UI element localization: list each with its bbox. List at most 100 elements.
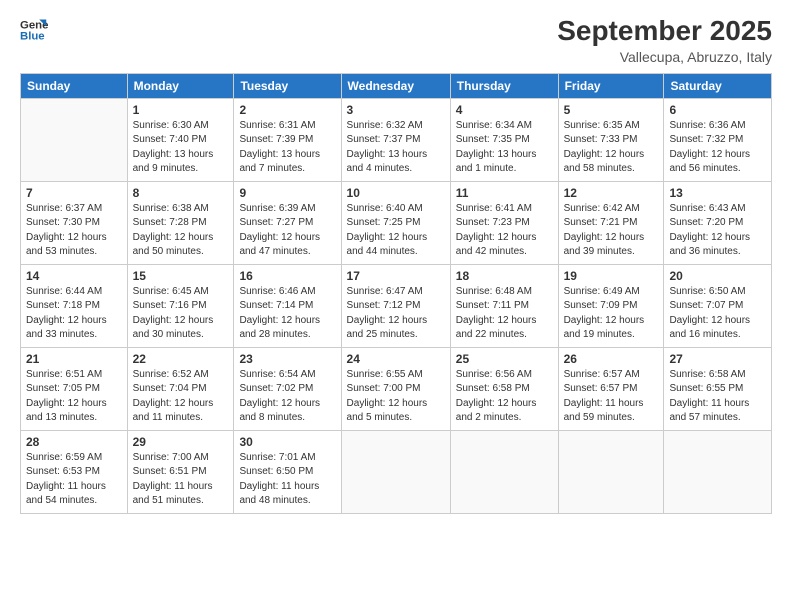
table-row: 10 Sunrise: 6:40 AMSunset: 7:25 PMDayligh… [341,181,450,264]
day-info: Sunrise: 6:57 AMSunset: 6:57 PMDaylight:… [564,368,659,426]
day-info: Sunrise: 6:50 AMSunset: 7:07 PMDaylight:… [669,285,766,343]
col-sunday: Sunday [21,73,128,98]
calendar-week-row: 1 Sunrise: 6:30 AMSunset: 7:40 PMDaylight… [21,98,772,181]
day-info: Sunrise: 6:46 AMSunset: 7:14 PMDaylight:… [239,285,335,343]
logo: General Blue [20,16,48,44]
day-info: Sunrise: 6:42 AMSunset: 7:21 PMDaylight:… [564,202,659,260]
day-info: Sunrise: 6:37 AMSunset: 7:30 PMDaylight:… [26,202,122,260]
table-row: 2Sunrise: 6:31 AMSunset: 7:39 PMDaylight… [234,98,341,181]
table-row: 16 Sunrise: 6:46 AMSunset: 7:14 PMDayligh… [234,264,341,347]
day-number: 22 [133,352,229,366]
day-info: Sunrise: 6:38 AMSunset: 7:28 PMDaylight:… [133,202,229,260]
table-row: 25 Sunrise: 6:56 AMSunset: 6:58 PMDayligh… [450,347,558,430]
day-info: Sunrise: 6:44 AMSunset: 7:18 PMDaylight:… [26,285,122,343]
day-info: Sunrise: 6:39 AMSunset: 7:27 PMDaylight:… [239,202,335,260]
calendar-week-row: 14 Sunrise: 6:44 AMSunset: 7:18 PMDayligh… [21,264,772,347]
day-number: 9 [239,186,335,200]
day-info: Sunrise: 6:54 AMSunset: 7:02 PMDaylight:… [239,368,335,426]
day-number: 28 [26,435,122,449]
day-number: 4 [456,103,553,117]
day-info: Sunrise: 7:00 AMSunset: 6:51 PMDaylight:… [133,451,229,509]
month-title: September 2025 [557,16,772,47]
day-number: 1 [133,103,229,117]
day-number: 21 [26,352,122,366]
table-row: 13 Sunrise: 6:43 AMSunset: 7:20 PMDayligh… [664,181,772,264]
day-number: 15 [133,269,229,283]
table-row: 11 Sunrise: 6:41 AMSunset: 7:23 PMDayligh… [450,181,558,264]
day-info: Sunrise: 6:45 AMSunset: 7:16 PMDaylight:… [133,285,229,343]
day-number: 24 [347,352,445,366]
day-info: Sunrise: 6:30 AMSunset: 7:40 PMDaylight:… [133,119,229,177]
calendar-week-row: 7Sunrise: 6:37 AMSunset: 7:30 PMDaylight… [21,181,772,264]
day-number: 17 [347,269,445,283]
day-info: Sunrise: 6:55 AMSunset: 7:00 PMDaylight:… [347,368,445,426]
day-number: 25 [456,352,553,366]
page: General Blue September 2025 Vallecupa, A… [0,0,792,612]
table-row: 23 Sunrise: 6:54 AMSunset: 7:02 PMDayligh… [234,347,341,430]
table-row: 27Sunrise: 6:58 AMSunset: 6:55 PMDayligh… [664,347,772,430]
table-row: 26 Sunrise: 6:57 AMSunset: 6:57 PMDayligh… [558,347,664,430]
day-info: Sunrise: 6:51 AMSunset: 7:05 PMDaylight:… [26,368,122,426]
day-info: Sunrise: 6:47 AMSunset: 7:12 PMDaylight:… [347,285,445,343]
day-number: 29 [133,435,229,449]
day-number: 12 [564,186,659,200]
day-info: Sunrise: 6:36 AMSunset: 7:32 PMDaylight:… [669,119,766,177]
table-row: 8Sunrise: 6:38 AMSunset: 7:28 PMDaylight… [127,181,234,264]
col-saturday: Saturday [664,73,772,98]
table-row: 1 Sunrise: 6:30 AMSunset: 7:40 PMDaylight… [127,98,234,181]
logo-icon: General Blue [20,16,48,44]
col-friday: Friday [558,73,664,98]
day-info: Sunrise: 6:56 AMSunset: 6:58 PMDaylight:… [456,368,553,426]
table-row: 21 Sunrise: 6:51 AMSunset: 7:05 PMDayligh… [21,347,128,430]
header: General Blue September 2025 Vallecupa, A… [20,16,772,65]
col-tuesday: Tuesday [234,73,341,98]
table-row: 12 Sunrise: 6:42 AMSunset: 7:21 PMDayligh… [558,181,664,264]
table-row [664,430,772,513]
location: Vallecupa, Abruzzo, Italy [557,49,772,65]
day-number: 13 [669,186,766,200]
day-info: Sunrise: 6:40 AMSunset: 7:25 PMDaylight:… [347,202,445,260]
day-info: Sunrise: 7:01 AMSunset: 6:50 PMDaylight:… [239,451,335,509]
day-info: Sunrise: 6:35 AMSunset: 7:33 PMDaylight:… [564,119,659,177]
table-row: 24 Sunrise: 6:55 AMSunset: 7:00 PMDayligh… [341,347,450,430]
day-info: Sunrise: 6:34 AMSunset: 7:35 PMDaylight:… [456,119,553,177]
calendar-week-row: 21 Sunrise: 6:51 AMSunset: 7:05 PMDayligh… [21,347,772,430]
calendar-table: Sunday Monday Tuesday Wednesday Thursday… [20,73,772,514]
day-number: 14 [26,269,122,283]
day-number: 23 [239,352,335,366]
table-row: 3 Sunrise: 6:32 AMSunset: 7:37 PMDaylight… [341,98,450,181]
table-row: 22Sunrise: 6:52 AMSunset: 7:04 PMDayligh… [127,347,234,430]
day-number: 16 [239,269,335,283]
table-row: 18Sunrise: 6:48 AMSunset: 7:11 PMDayligh… [450,264,558,347]
day-number: 3 [347,103,445,117]
table-row: 9 Sunrise: 6:39 AMSunset: 7:27 PMDaylight… [234,181,341,264]
day-number: 5 [564,103,659,117]
day-number: 19 [564,269,659,283]
table-row: 4 Sunrise: 6:34 AMSunset: 7:35 PMDaylight… [450,98,558,181]
day-info: Sunrise: 6:48 AMSunset: 7:11 PMDaylight:… [456,285,553,343]
table-row: 5 Sunrise: 6:35 AMSunset: 7:33 PMDaylight… [558,98,664,181]
table-row: 30Sunrise: 7:01 AMSunset: 6:50 PMDayligh… [234,430,341,513]
table-row: 14 Sunrise: 6:44 AMSunset: 7:18 PMDayligh… [21,264,128,347]
day-number: 10 [347,186,445,200]
day-number: 20 [669,269,766,283]
title-block: September 2025 Vallecupa, Abruzzo, Italy [557,16,772,65]
table-row: 20 Sunrise: 6:50 AMSunset: 7:07 PMDayligh… [664,264,772,347]
table-row [558,430,664,513]
day-info: Sunrise: 6:43 AMSunset: 7:20 PMDaylight:… [669,202,766,260]
day-info: Sunrise: 6:31 AMSunset: 7:39 PMDaylight:… [239,119,335,177]
table-row: 7Sunrise: 6:37 AMSunset: 7:30 PMDaylight… [21,181,128,264]
table-row [341,430,450,513]
day-info: Sunrise: 6:59 AMSunset: 6:53 PMDaylight:… [26,451,122,509]
day-info: Sunrise: 6:41 AMSunset: 7:23 PMDaylight:… [456,202,553,260]
day-number: 11 [456,186,553,200]
table-row [450,430,558,513]
day-info: Sunrise: 6:58 AMSunset: 6:55 PMDaylight:… [669,368,766,426]
day-info: Sunrise: 6:49 AMSunset: 7:09 PMDaylight:… [564,285,659,343]
day-info: Sunrise: 6:32 AMSunset: 7:37 PMDaylight:… [347,119,445,177]
table-row: 28 Sunrise: 6:59 AMSunset: 6:53 PMDayligh… [21,430,128,513]
day-number: 26 [564,352,659,366]
calendar-header-row: Sunday Monday Tuesday Wednesday Thursday… [21,73,772,98]
col-wednesday: Wednesday [341,73,450,98]
table-row: 15 Sunrise: 6:45 AMSunset: 7:16 PMDayligh… [127,264,234,347]
